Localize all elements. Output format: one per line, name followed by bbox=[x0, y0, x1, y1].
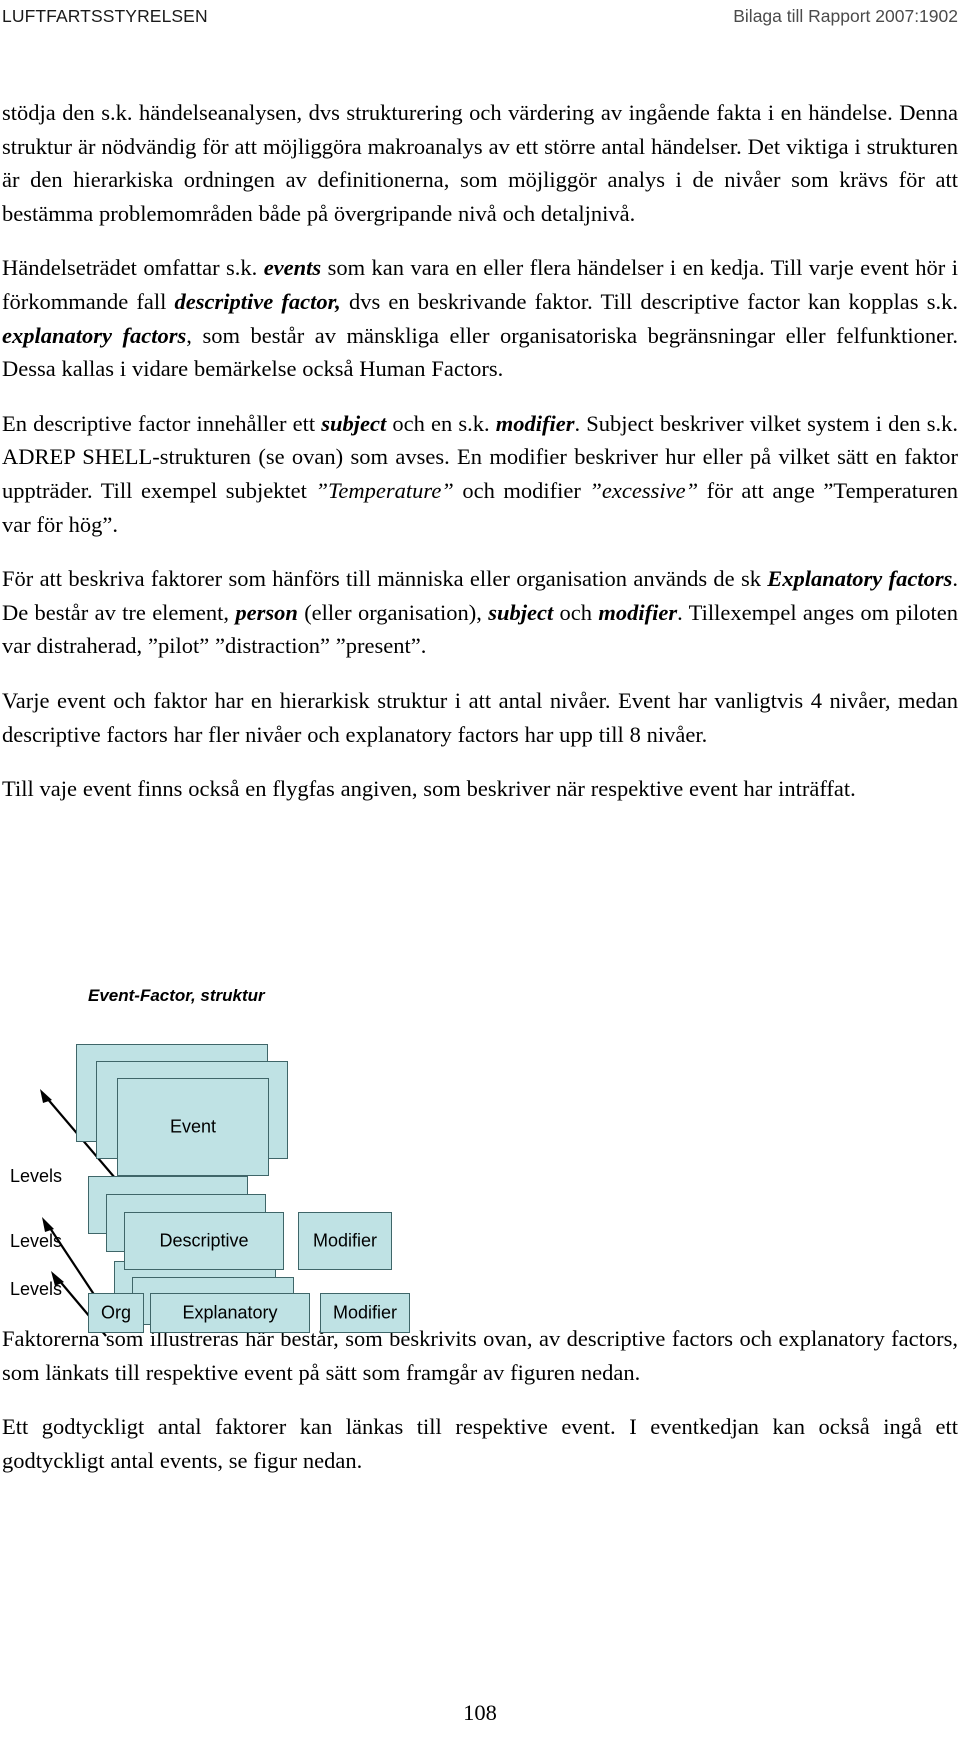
descriptive-modifier-card-label: Modifier bbox=[312, 1230, 378, 1251]
emphasis-run: Explanatory factors bbox=[767, 566, 953, 592]
page-number: 108 bbox=[463, 1700, 497, 1725]
running-head: LUFTFARTSSTYRELSEN Bilaga till Rapport 2… bbox=[0, 6, 960, 36]
event-factor-structure-figure: Event-Factor, struktur Event Levels Desc… bbox=[0, 986, 960, 1337]
emphasis-run: subject bbox=[321, 410, 387, 436]
explanatory-modifier-card-label: Modifier bbox=[332, 1302, 398, 1323]
emphasis-run: modifier bbox=[598, 599, 678, 625]
emphasis-run: ”excessive” bbox=[589, 477, 699, 503]
emphasis-run: modifier bbox=[495, 410, 575, 436]
paragraph-6: Till vaje event finns också en flygfas a… bbox=[2, 776, 856, 802]
paragraph-7: Faktorerna som illustreras här består, s… bbox=[2, 1326, 958, 1385]
org-card-label: Org bbox=[100, 1302, 131, 1323]
emphasis-run: explanatory factors bbox=[2, 322, 187, 348]
figure-caption: Event-Factor, struktur bbox=[88, 986, 265, 1005]
paragraph-8: Ett godtyckligt antal faktorer kan länka… bbox=[2, 1414, 958, 1473]
paragraph-4: För att beskriva faktorer som hänförs ti… bbox=[2, 566, 958, 659]
descriptive-modifier-card[interactable]: Modifier bbox=[298, 1212, 392, 1270]
descriptive-card-front[interactable]: Descriptive bbox=[124, 1212, 284, 1270]
levels-label-descriptive: Levels bbox=[10, 1231, 63, 1251]
paragraph-1: stödja den s.k. händelseanalysen, dvs st… bbox=[2, 100, 958, 226]
emphasis-run: subject bbox=[488, 599, 554, 625]
event-card-label: Event bbox=[169, 1116, 217, 1137]
explanatory-card-label: Explanatory bbox=[182, 1302, 278, 1323]
paragraph-5: Varje event och faktor har en hierarkisk… bbox=[2, 687, 958, 747]
levels-label-event: Levels bbox=[10, 1166, 63, 1186]
paragraph-2: Händelseträdet omfattar s.k. events som … bbox=[2, 255, 958, 382]
document-body-after-figure: Faktorerna som illustreras här består, s… bbox=[2, 1322, 958, 1498]
emphasis-run: person bbox=[235, 599, 298, 625]
event-card-front[interactable]: Event bbox=[117, 1078, 269, 1176]
explanatory-card-front[interactable]: Explanatory bbox=[150, 1293, 310, 1333]
paragraph-3: En descriptive factor innehåller ett sub… bbox=[2, 410, 958, 537]
organisation-name: LUFTFARTSSTYRELSEN bbox=[2, 6, 208, 26]
explanatory-modifier-card[interactable]: Modifier bbox=[320, 1293, 410, 1333]
report-reference: Bilaga till Rapport 2007:1902 bbox=[733, 6, 958, 26]
emphasis-run: descriptive factor, bbox=[174, 288, 341, 314]
levels-label-explanatory: Levels bbox=[10, 1279, 63, 1299]
emphasis-run: ”Temperature” bbox=[315, 477, 454, 503]
document-body: stödja den s.k. händelseanalysen, dvs st… bbox=[2, 96, 958, 827]
emphasis-run: events bbox=[263, 255, 322, 281]
descriptive-card-label: Descriptive bbox=[159, 1230, 249, 1251]
org-card[interactable]: Org bbox=[88, 1293, 144, 1333]
